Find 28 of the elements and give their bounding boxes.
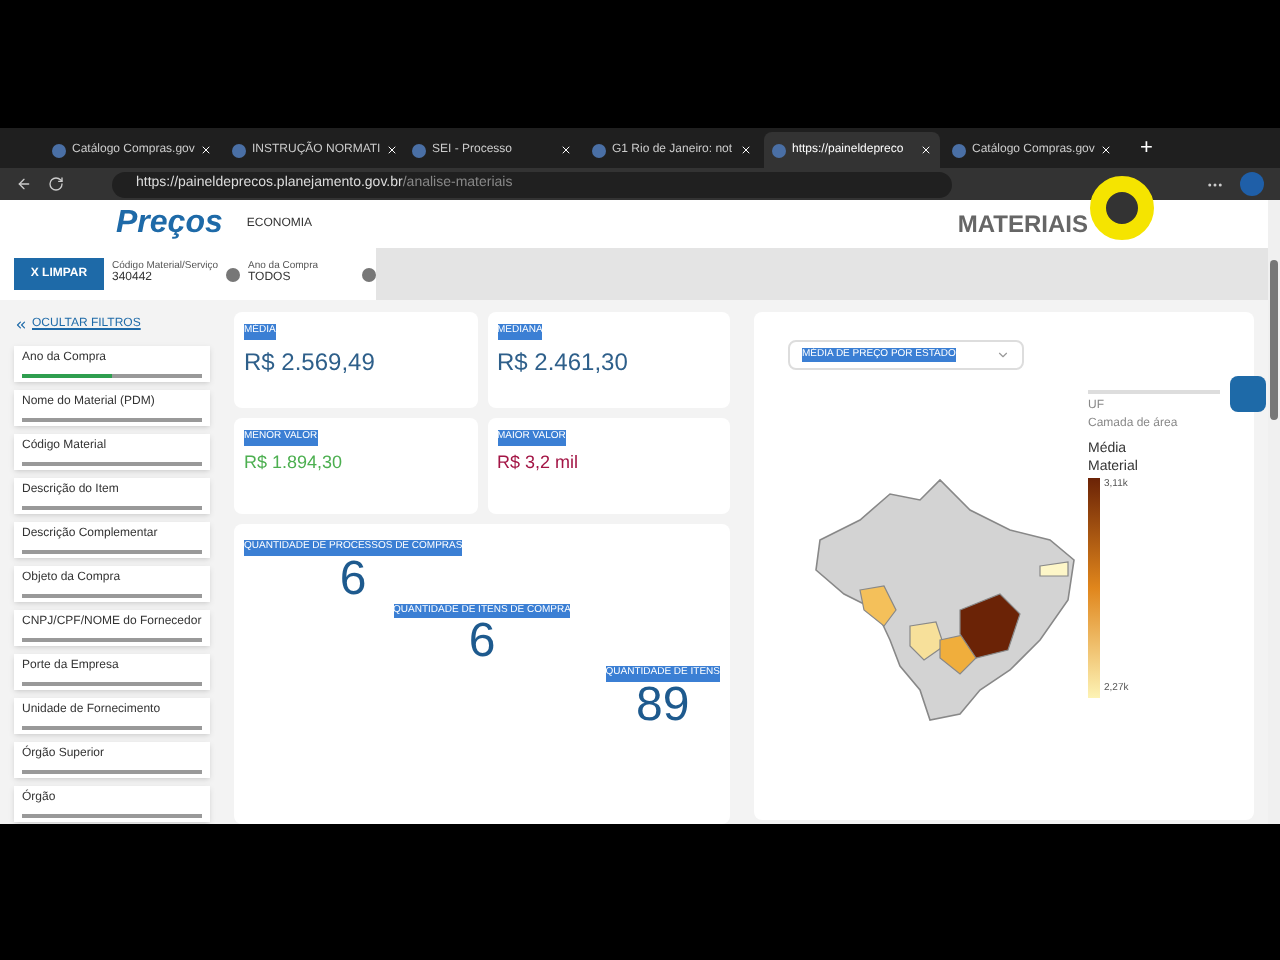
stat-value: R$ 1.894,30 (244, 449, 343, 475)
page-icon (232, 143, 246, 157)
close-icon[interactable] (560, 144, 572, 156)
double-chevron-icon (14, 318, 28, 332)
quantity-value: 89 (636, 681, 690, 729)
quantity-value: 6 (468, 618, 496, 666)
new-tab-button[interactable]: + (1124, 131, 1169, 165)
close-icon[interactable] (920, 144, 932, 156)
clear-icon[interactable] (226, 267, 241, 281)
logo: Preços (116, 208, 223, 240)
page-icon (52, 143, 66, 157)
close-icon[interactable] (386, 144, 399, 156)
page-icon (772, 143, 786, 157)
close-icon[interactable] (740, 144, 752, 156)
clear-icon[interactable] (362, 267, 376, 281)
close-icon[interactable] (200, 144, 213, 156)
stat-value: R$ 2.569,49 (244, 345, 375, 379)
stat-value: R$ 3,2 mil (497, 449, 579, 475)
page-title: MATERIAIS (957, 208, 1088, 242)
quantity-value: 6 (339, 555, 367, 603)
back-icon[interactable] (16, 176, 32, 192)
page-icon (592, 143, 606, 157)
stat-value: R$ 2.461,30 (497, 345, 628, 379)
chevron-icon (996, 348, 1010, 362)
close-icon[interactable] (1100, 144, 1113, 156)
page-icon (952, 143, 966, 157)
page-icon (412, 143, 426, 157)
reload-icon[interactable] (48, 176, 64, 192)
